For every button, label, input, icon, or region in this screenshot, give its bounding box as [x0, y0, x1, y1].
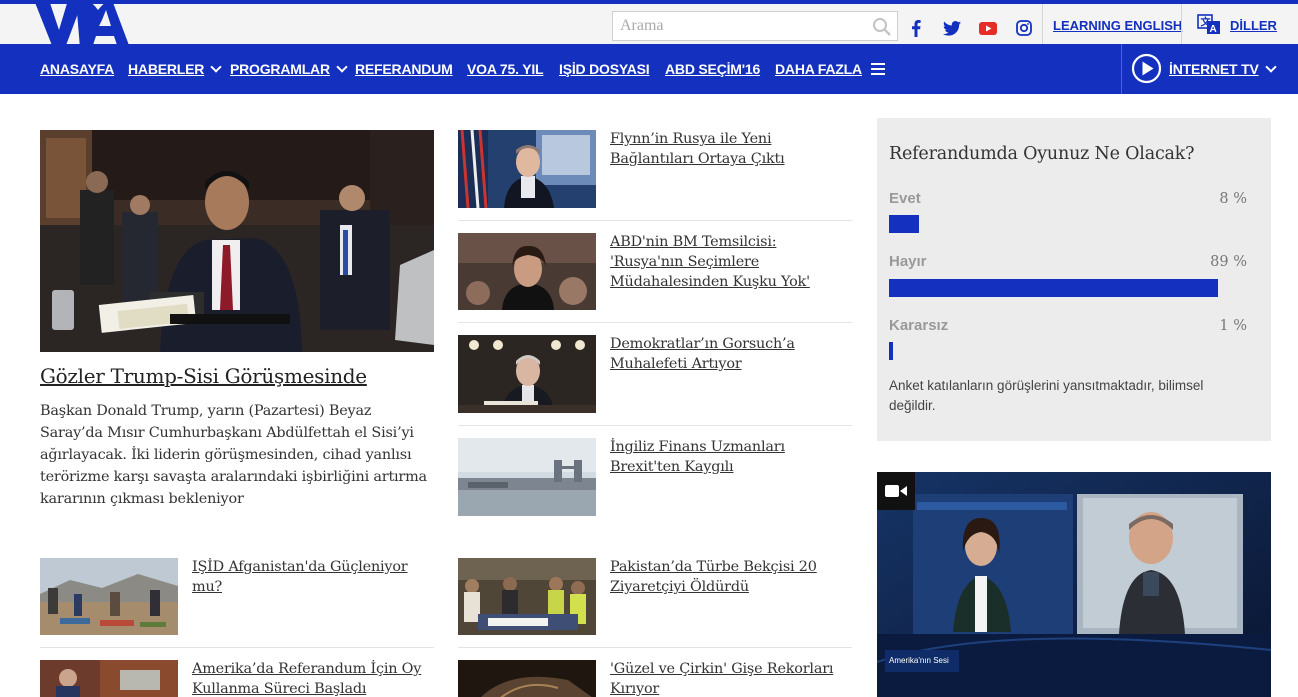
- chevron-down-icon: [336, 61, 348, 73]
- learning-english-link[interactable]: LEARNING ENGLISH: [1053, 18, 1182, 33]
- divider: [1121, 44, 1122, 94]
- divider: [458, 220, 852, 221]
- nav-label: İNTERNET TV: [1169, 61, 1259, 77]
- video-camera-icon: [877, 472, 915, 510]
- voa-logo[interactable]: [32, 0, 132, 48]
- story-title[interactable]: Demokratlar’ın Gorsuch’a Muhalefeti Artı…: [610, 334, 850, 374]
- twitter-icon[interactable]: [942, 18, 962, 38]
- story-title[interactable]: İngiliz Finans Uzmanları Brexit'ten Kayg…: [610, 437, 850, 477]
- facebook-icon[interactable]: [906, 18, 926, 38]
- languages-link[interactable]: DİLLER: [1230, 18, 1277, 33]
- story-title[interactable]: Amerika’da Referandum İçin Oy Kullanma S…: [192, 659, 432, 697]
- poll-bar: [889, 342, 893, 360]
- nav-item-abd-secim[interactable]: ABD SEÇİM'16: [665, 61, 760, 77]
- story-image[interactable]: [458, 438, 596, 516]
- search-box: [612, 11, 898, 41]
- poll-option-label: Hayır: [889, 253, 927, 270]
- story-title[interactable]: 'Güzel ve Çirkin' Gişe Rekorları Kırıyor: [610, 659, 850, 697]
- poll-option-label: Kararsız: [889, 317, 949, 334]
- nav-item-referandum[interactable]: REFERANDUM: [355, 61, 453, 77]
- story-image[interactable]: [40, 558, 178, 635]
- chevron-down-icon: [1264, 61, 1277, 73]
- poll-bar: [889, 215, 919, 233]
- story-title[interactable]: ABD'nin BM Temsilcisi: 'Rusya'nın Seçiml…: [610, 232, 850, 292]
- nav-label: PROGRAMLAR: [230, 61, 330, 77]
- nav-item-haberler[interactable]: HABERLER: [128, 61, 222, 77]
- poll-option-label: Evet: [889, 190, 921, 207]
- poll-option-percent: 1 %: [1219, 318, 1247, 334]
- video-player[interactable]: Amerika'nın Sesi: [877, 472, 1271, 697]
- divider: [458, 425, 852, 426]
- chevron-down-icon: [210, 61, 222, 73]
- hero-image[interactable]: [40, 130, 434, 352]
- top-bar: LEARNING ENGLISH 文A DİLLER: [0, 0, 1298, 48]
- story-title[interactable]: IŞİD Afganistan'da Güçleniyor mu?: [192, 557, 432, 597]
- video-lower-third: Amerika'nın Sesi: [889, 656, 949, 665]
- play-circle-icon[interactable]: [1131, 53, 1162, 84]
- main-nav: ANASAYFA HABERLER PROGRAMLAR REFERANDUM …: [0, 44, 1298, 94]
- story-image[interactable]: [458, 335, 596, 413]
- language-icon[interactable]: 文A: [1197, 14, 1221, 36]
- divider: [40, 647, 434, 648]
- story-image[interactable]: [458, 660, 596, 697]
- nav-item-anasayfa[interactable]: ANASAYFA: [40, 61, 114, 77]
- nav-item-daha-fazla[interactable]: DAHA FAZLA: [775, 61, 885, 77]
- nav-item-voa-75[interactable]: VOA 75. YIL: [467, 61, 544, 77]
- nav-item-programlar[interactable]: PROGRAMLAR: [230, 61, 348, 77]
- svg-text:A: A: [1210, 24, 1217, 35]
- poll-option-percent: 89 %: [1210, 254, 1247, 270]
- story-image[interactable]: [458, 130, 596, 208]
- search-input[interactable]: [613, 12, 863, 40]
- divider: [1181, 4, 1182, 44]
- story-image[interactable]: [458, 233, 596, 310]
- story-image[interactable]: [40, 660, 178, 697]
- story-title[interactable]: Flynn’in Rusya ile Yeni Bağlantıları Ort…: [610, 129, 850, 169]
- divider: [458, 322, 852, 323]
- hero-description: Başkan Donald Trump, yarın (Pazartesi) B…: [40, 403, 427, 507]
- poll-bar: [889, 279, 1218, 297]
- nav-item-internet-tv[interactable]: İNTERNET TV: [1169, 61, 1277, 77]
- nav-label: HABERLER: [128, 61, 205, 77]
- poll-question: Referandumda Oyunuz Ne Olacak?: [889, 144, 1195, 164]
- poll-option-percent: 8 %: [1219, 191, 1247, 207]
- nav-label: DAHA FAZLA: [775, 61, 862, 77]
- story-title[interactable]: Pakistan’da Türbe Bekçisi 20 Ziyaretçiyi…: [610, 557, 850, 597]
- search-icon[interactable]: [872, 17, 892, 37]
- instagram-icon[interactable]: [1014, 18, 1034, 38]
- menu-icon: [870, 63, 885, 75]
- nav-item-isid-dosyasi[interactable]: IŞİD DOSYASI: [559, 61, 650, 77]
- poll-note: Anket katılanların görüşlerini yansıtmak…: [889, 378, 1204, 413]
- divider: [458, 647, 852, 648]
- poll-widget: Referandumda Oyunuz Ne Olacak? Evet 8 % …: [877, 118, 1271, 441]
- story-image[interactable]: [458, 558, 596, 635]
- youtube-icon[interactable]: [978, 18, 998, 38]
- hero-title[interactable]: Gözler Trump-Sisi Görüşmesinde: [40, 364, 367, 388]
- divider: [1042, 4, 1043, 44]
